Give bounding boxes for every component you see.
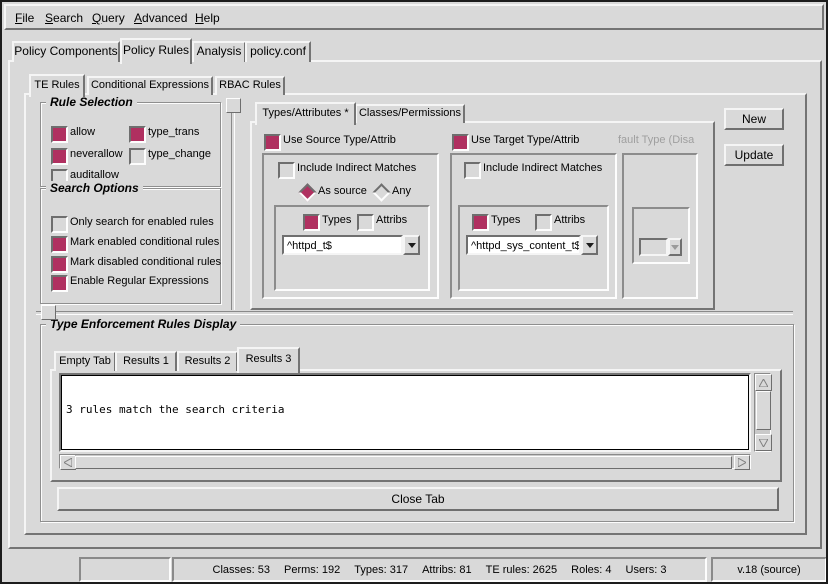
- use-source-label[interactable]: Use Source Type/Attrib: [283, 134, 396, 147]
- source-types-label[interactable]: Types: [322, 214, 351, 227]
- checkbox-neverallow[interactable]: [51, 148, 68, 165]
- checkbox-mark-disabled[interactable]: [51, 256, 68, 273]
- tab-classes-permissions[interactable]: Classes/Permissions: [355, 104, 465, 123]
- scroll-left-icon[interactable]: [60, 455, 76, 470]
- horizontal-sash: [36, 311, 793, 315]
- checkbox-type-change-label[interactable]: type_change: [148, 148, 211, 161]
- menu-query[interactable]: Query: [92, 11, 125, 25]
- checkbox-target-attribs[interactable]: [535, 214, 552, 231]
- menu-advanced[interactable]: Advanced: [134, 11, 187, 25]
- target-attribs-label[interactable]: Attribs: [554, 214, 585, 227]
- checkbox-mark-enabled-label[interactable]: Mark enabled conditional rules: [70, 236, 219, 249]
- status-roles: Roles: 4: [571, 564, 611, 576]
- status-cell-version: v.18 (source): [711, 557, 827, 582]
- checkbox-target-types[interactable]: [472, 214, 489, 231]
- results-summary: 3 rules match the search criteria: [66, 403, 744, 416]
- menu-file[interactable]: File: [15, 11, 34, 25]
- status-cell-empty: [79, 557, 171, 582]
- status-te-rules: TE rules: 2625: [486, 564, 558, 576]
- source-attribs-label[interactable]: Attribs: [376, 214, 407, 227]
- checkbox-type-trans[interactable]: [129, 126, 146, 143]
- apol-window: File Search Query Advanced Help Policy C…: [0, 0, 828, 584]
- results-horizontal-scrollbar[interactable]: [59, 454, 751, 469]
- radio-as-source-label[interactable]: As source: [318, 185, 367, 198]
- results-text-area-frame: 3 rules match the search criteria (5822)…: [59, 373, 751, 452]
- update-button[interactable]: Update: [724, 144, 784, 166]
- target-indirect-label[interactable]: Include Indirect Matches: [483, 162, 602, 175]
- results-vertical-scrollbar[interactable]: [754, 373, 771, 452]
- status-classes: Classes: 53: [213, 564, 270, 576]
- tab-policy-conf[interactable]: policy.conf: [245, 41, 311, 62]
- tab-policy-components[interactable]: Policy Components: [12, 41, 120, 62]
- scroll-up-icon[interactable]: [755, 374, 772, 391]
- menu-search[interactable]: Search: [45, 11, 83, 25]
- status-perms: Perms: 192: [284, 564, 340, 576]
- tab-types-attributes[interactable]: Types/Attributes *: [255, 102, 356, 125]
- scroll-right-icon[interactable]: [734, 455, 750, 470]
- checkbox-allow-label[interactable]: allow: [70, 126, 95, 139]
- horizontal-scrollbar-thumb[interactable]: [75, 456, 732, 469]
- checkbox-source-indirect[interactable]: [278, 162, 295, 179]
- dropdown-arrow-icon: [586, 243, 594, 248]
- checkbox-neverallow-label[interactable]: neverallow: [70, 148, 123, 161]
- status-types: Types: 317: [354, 564, 408, 576]
- dropdown-arrow-icon: [408, 243, 416, 248]
- results-text-area[interactable]: 3 rules match the search criteria (5822)…: [61, 375, 749, 450]
- target-types-label[interactable]: Types: [491, 214, 520, 227]
- tab-results-1[interactable]: Results 1: [115, 351, 177, 371]
- vertical-scrollbar-thumb[interactable]: [756, 391, 771, 430]
- checkbox-source-types[interactable]: [303, 214, 320, 231]
- checkbox-enable-regex-label[interactable]: Enable Regular Expressions: [70, 275, 209, 288]
- status-users: Users: 3: [626, 564, 667, 576]
- checkbox-allow[interactable]: [51, 126, 68, 143]
- menu-bar: File Search Query Advanced Help: [4, 4, 824, 30]
- source-type-combobox[interactable]: ^httpd_t$: [282, 235, 403, 255]
- close-tab-button[interactable]: Close Tab: [57, 487, 779, 511]
- checkbox-mark-enabled[interactable]: [51, 236, 68, 253]
- rule-selection-title: Rule Selection: [46, 95, 137, 109]
- checkbox-only-enabled-label[interactable]: Only search for enabled rules: [70, 216, 214, 229]
- menu-help[interactable]: Help: [195, 11, 220, 25]
- status-cell-stats: Classes: 53 Perms: 192 Types: 317 Attrib…: [172, 557, 707, 582]
- status-version: v.18 (source): [737, 564, 800, 576]
- target-type-combobox[interactable]: ^httpd_sys_content_t$: [466, 235, 581, 255]
- dropdown-arrow-icon: [671, 245, 679, 250]
- checkbox-enable-regex[interactable]: [51, 275, 68, 292]
- tab-results-3[interactable]: Results 3: [237, 347, 300, 373]
- tab-conditional-expressions[interactable]: Conditional Expressions: [87, 76, 213, 95]
- search-options-title: Search Options: [46, 181, 143, 195]
- checkbox-type-change[interactable]: [129, 148, 146, 165]
- checkbox-only-enabled[interactable]: [51, 216, 68, 233]
- checkbox-use-target[interactable]: [452, 134, 469, 151]
- use-target-label[interactable]: Use Target Type/Attrib: [471, 134, 579, 147]
- checkbox-target-indirect[interactable]: [464, 162, 481, 179]
- radio-any-label[interactable]: Any: [392, 185, 411, 198]
- source-combobox-dropdown[interactable]: [403, 235, 420, 255]
- default-type-combobox: [639, 238, 668, 256]
- default-type-combobox-dropdown: [668, 238, 682, 256]
- vertical-sash-handle[interactable]: [226, 98, 241, 113]
- scroll-down-icon[interactable]: [755, 434, 772, 451]
- horizontal-sash-handle[interactable]: [41, 305, 56, 320]
- checkbox-use-source[interactable]: [264, 134, 281, 151]
- source-indirect-label[interactable]: Include Indirect Matches: [297, 162, 416, 175]
- checkbox-mark-disabled-label[interactable]: Mark disabled conditional rules: [70, 256, 221, 269]
- tab-empty-tab[interactable]: Empty Tab: [54, 351, 116, 371]
- new-button[interactable]: New: [724, 108, 784, 130]
- target-combobox-dropdown[interactable]: [581, 235, 598, 255]
- tab-te-rules[interactable]: TE Rules: [29, 74, 85, 97]
- tab-results-2[interactable]: Results 2: [177, 351, 238, 371]
- status-attribs: Attribs: 81: [422, 564, 472, 576]
- tab-rbac-rules[interactable]: RBAC Rules: [215, 76, 285, 95]
- tab-analysis[interactable]: Analysis: [192, 41, 246, 62]
- te-display-title: Type Enforcement Rules Display: [46, 317, 240, 331]
- checkbox-type-trans-label[interactable]: type_trans: [148, 126, 199, 139]
- checkbox-source-attribs[interactable]: [357, 214, 374, 231]
- vertical-sash: [231, 98, 235, 310]
- default-type-label: fault Type (Disa: [618, 134, 698, 147]
- tab-policy-rules[interactable]: Policy Rules: [120, 38, 192, 64]
